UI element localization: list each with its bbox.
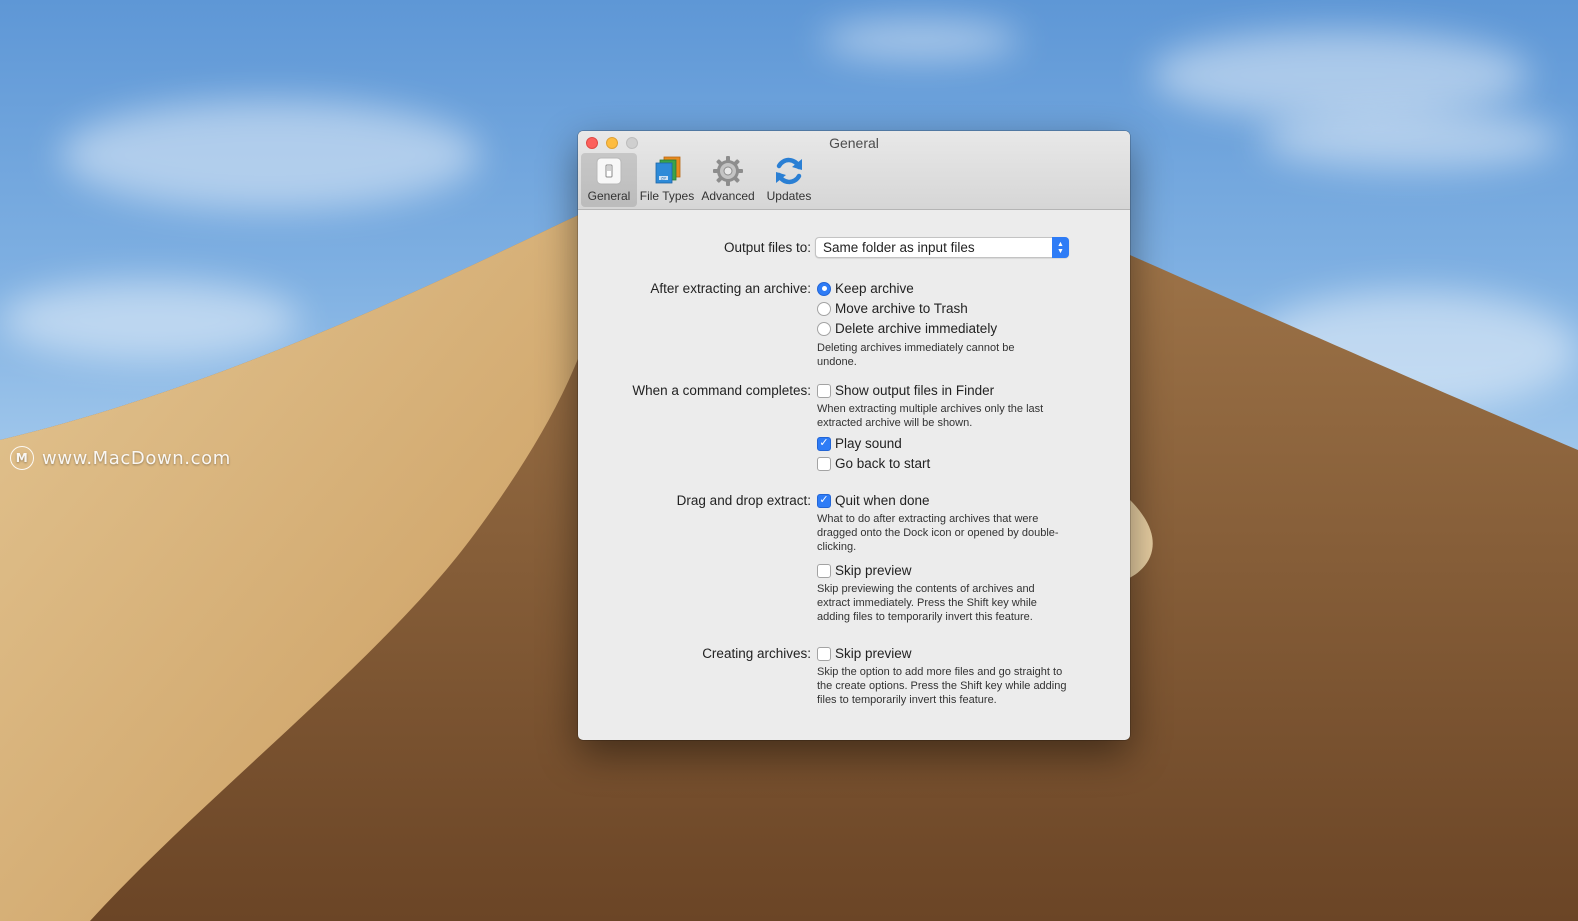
radio-move-to-trash-label: Move archive to Trash [835, 301, 968, 316]
tab-general[interactable]: General [581, 153, 637, 207]
show-in-finder-label: Show output files in Finder [835, 383, 995, 398]
switch-icon [596, 157, 622, 185]
tab-updates[interactable]: Updates [761, 153, 817, 207]
drag-skip-preview-box[interactable] [817, 563, 831, 578]
quit-when-done-checkbox[interactable]: ✓ Quit when done [817, 493, 930, 508]
tab-advanced-label: Advanced [701, 189, 755, 203]
go-back-label: Go back to start [835, 456, 931, 471]
play-sound-checkbox[interactable]: ✓ Play sound [817, 436, 902, 451]
drag-skip-preview-checkbox[interactable]: Skip preview [817, 563, 912, 578]
tab-file-types-label: File Types [639, 189, 695, 203]
tab-general-label: General [587, 189, 631, 203]
create-skip-preview-help: Skip the option to add more files and go… [817, 666, 1067, 706]
create-skip-preview-checkbox[interactable]: Skip preview [817, 646, 912, 661]
delete-help-text: Deleting archives immediately cannot be … [817, 342, 1015, 368]
window-title: General [829, 135, 879, 151]
radio-keep-archive-indicator[interactable] [817, 281, 831, 296]
title-bar: General General ZIP File Types Advanced … [578, 131, 1130, 210]
radio-keep-archive[interactable]: Keep archive [817, 281, 914, 296]
radio-delete-immediately-indicator[interactable] [817, 321, 831, 336]
radio-move-to-trash-indicator[interactable] [817, 301, 831, 316]
after-extracting-label: After extracting an archive: [650, 281, 811, 296]
tab-updates-label: Updates [766, 189, 812, 203]
show-in-finder-help: When extracting multiple archives only t… [817, 403, 1044, 429]
creating-archives-label: Creating archives: [702, 646, 811, 661]
radio-delete-immediately[interactable]: Delete archive immediately [817, 321, 997, 336]
quit-when-done-label: Quit when done [835, 493, 930, 508]
radio-delete-immediately-label: Delete archive immediately [835, 321, 998, 336]
select-arrows-icon: ▲ ▼ [1052, 237, 1069, 258]
drag-skip-preview-help: Skip previewing the contents of archives… [817, 583, 1037, 623]
watermark-text: www.MacDown.com [42, 447, 231, 469]
show-in-finder-checkbox[interactable]: Show output files in Finder [817, 383, 994, 398]
drag-drop-label: Drag and drop extract: [676, 493, 811, 508]
quit-when-done-help: What to do after extracting archives tha… [817, 513, 1059, 553]
go-back-box[interactable] [817, 456, 831, 471]
radio-keep-archive-label: Keep archive [835, 281, 914, 296]
file-stack-icon: ZIP [655, 156, 681, 184]
drag-skip-preview-label: Skip preview [835, 563, 912, 578]
gear-icon [713, 156, 743, 186]
radio-move-to-trash[interactable]: Move archive to Trash [817, 301, 968, 316]
svg-text:ZIP: ZIP [661, 177, 667, 181]
play-sound-box[interactable]: ✓ [817, 436, 831, 451]
create-skip-preview-box[interactable] [817, 646, 831, 661]
watermark: M www.MacDown.com [10, 446, 231, 470]
output-folder-value: Same folder as input files [823, 240, 975, 255]
tab-file-types[interactable]: ZIP File Types [639, 153, 695, 207]
go-back-checkbox[interactable]: Go back to start [817, 456, 930, 471]
command-completes-label: When a command completes: [632, 383, 811, 398]
tab-advanced[interactable]: Advanced [697, 153, 759, 207]
play-sound-label: Play sound [835, 436, 902, 451]
preferences-window: General General ZIP File Types Advanced … [578, 131, 1130, 740]
macdown-logo-icon: M [10, 446, 34, 470]
create-skip-preview-label: Skip preview [835, 646, 912, 661]
show-in-finder-box[interactable] [817, 383, 831, 398]
preferences-toolbar: General ZIP File Types Advanced Updates [581, 153, 817, 207]
output-folder-select[interactable]: Same folder as input files ▲ ▼ [815, 237, 1069, 258]
output-files-label: Output files to: [723, 240, 811, 255]
quit-when-done-box[interactable]: ✓ [817, 493, 831, 508]
refresh-icon [776, 157, 802, 185]
